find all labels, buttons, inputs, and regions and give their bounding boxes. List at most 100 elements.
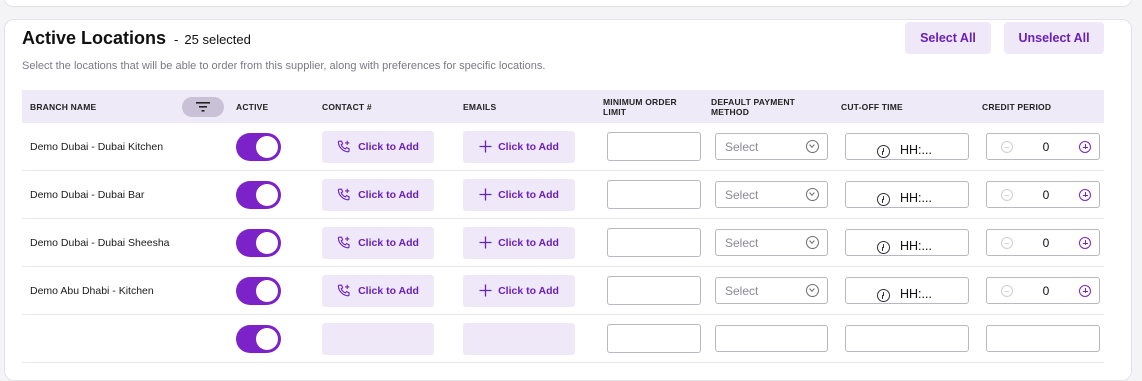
payment-method-select[interactable]: Select — [715, 133, 828, 160]
active-toggle[interactable] — [236, 324, 281, 353]
column-emails: EMAILS — [463, 101, 497, 112]
payment-method-select[interactable] — [715, 325, 828, 352]
emails-cell: Click to Add — [463, 267, 575, 314]
credit-period-stepper[interactable] — [986, 325, 1100, 352]
plus-icon — [479, 236, 492, 249]
active-toggle[interactable] — [236, 276, 281, 305]
active-toggle[interactable] — [236, 228, 281, 257]
add-email-button[interactable]: Click to Add — [463, 178, 575, 211]
table-header: BRANCH NAME ACTIVE CONTACT # EMAILS MINI… — [22, 90, 1104, 123]
contact-cell — [322, 315, 434, 362]
contact-cell: Click to Add — [322, 171, 434, 218]
active-cell — [236, 315, 281, 362]
credit-cell: 0 — [986, 219, 1100, 266]
minimum-order-input[interactable] — [607, 132, 701, 161]
emails-cell: Click to Add — [463, 171, 575, 218]
credit-cell — [986, 315, 1100, 362]
chevron-down-icon — [806, 284, 819, 297]
min-order-cell — [607, 315, 701, 362]
toggle-knob — [256, 183, 278, 206]
add-email-button[interactable]: Click to Add — [463, 274, 575, 307]
cutoff-time-placeholder: HH:... — [900, 143, 932, 157]
toggle-knob — [256, 327, 278, 350]
minimum-order-input[interactable] — [607, 324, 701, 353]
branch-name: Demo Abu Dhabi - Kitchen — [30, 284, 154, 297]
add-email-button[interactable] — [463, 322, 575, 355]
cutoff-time-input[interactable] — [845, 325, 969, 352]
branch-name-cell: Demo Dubai - Dubai Kitchen — [30, 123, 163, 170]
minus-circle-icon[interactable] — [1001, 188, 1013, 201]
column-active: ACTIVE — [236, 101, 269, 112]
payment-method-select[interactable]: Select — [715, 181, 828, 208]
contact-cell: Click to Add — [322, 267, 434, 314]
add-contact-button[interactable] — [322, 322, 434, 355]
active-toggle[interactable] — [236, 180, 281, 209]
cutoff-cell: HH:... — [845, 219, 969, 266]
minus-circle-icon[interactable] — [1001, 140, 1013, 153]
min-order-cell — [607, 219, 701, 266]
payment-method-select[interactable]: Select — [715, 229, 828, 256]
chevron-down-icon — [806, 188, 819, 201]
add-email-button[interactable]: Click to Add — [463, 130, 575, 163]
credit-period-stepper[interactable]: 0 — [986, 277, 1100, 304]
credit-cell: 0 — [986, 267, 1100, 314]
add-contact-button[interactable]: Click to Add — [322, 226, 434, 259]
phone-add-icon — [337, 236, 350, 248]
contact-cell: Click to Add — [322, 123, 434, 170]
cutoff-time-input[interactable]: HH:... — [845, 181, 969, 208]
clock-icon — [877, 193, 890, 206]
column-cut-off-time: CUT-OFF TIME — [841, 101, 903, 112]
column-credit-period: CREDIT PERIOD — [982, 101, 1052, 112]
plus-circle-icon[interactable] — [1079, 236, 1091, 249]
column-minimum-order-limit: MINIMUM ORDER LIMIT — [603, 96, 677, 117]
minimum-order-input[interactable] — [607, 180, 701, 209]
add-contact-button[interactable]: Click to Add — [322, 274, 434, 307]
toggle-knob — [256, 279, 278, 302]
cutoff-time-placeholder: HH:... — [900, 191, 932, 205]
emails-cell — [463, 315, 575, 362]
select-all-button[interactable]: Select All — [905, 22, 991, 54]
page-subtitle: Select the locations that will be able t… — [22, 60, 546, 72]
table-row: Demo Dubai - Dubai Sheesha Click to Add … — [22, 219, 1104, 267]
clock-icon — [877, 145, 890, 158]
plus-circle-icon[interactable] — [1079, 188, 1091, 201]
credit-period-value: 0 — [1042, 235, 1050, 250]
table-row — [22, 315, 1104, 363]
add-contact-button[interactable]: Click to Add — [322, 130, 434, 163]
phone-add-icon — [337, 188, 350, 200]
plus-circle-icon[interactable] — [1079, 284, 1091, 297]
chevron-down-icon — [806, 140, 819, 153]
active-cell — [236, 267, 281, 314]
credit-cell: 0 — [986, 171, 1100, 218]
plus-icon — [479, 140, 492, 153]
minimum-order-input[interactable] — [607, 276, 701, 305]
credit-period-stepper[interactable]: 0 — [986, 229, 1100, 256]
active-toggle[interactable] — [236, 132, 281, 161]
credit-period-stepper[interactable]: 0 — [986, 181, 1100, 208]
credit-period-value: 0 — [1042, 139, 1050, 154]
table-row: Demo Dubai - Dubai Bar Click to Add Clic… — [22, 171, 1104, 219]
cutoff-time-input[interactable]: HH:... — [845, 277, 969, 304]
filter-button[interactable] — [182, 97, 224, 117]
branch-name-cell: Demo Abu Dhabi - Kitchen — [30, 267, 154, 314]
unselect-all-button[interactable]: Unselect All — [1004, 22, 1104, 54]
minus-circle-icon[interactable] — [1001, 284, 1013, 297]
cutoff-time-input[interactable]: HH:... — [845, 133, 969, 160]
min-order-cell — [607, 123, 701, 170]
plus-circle-icon[interactable] — [1079, 140, 1091, 153]
column-contact: CONTACT # — [322, 101, 372, 112]
payment-cell — [715, 315, 828, 362]
add-contact-label: Click to Add — [358, 188, 419, 201]
table-row: Demo Abu Dhabi - Kitchen Click to Add Cl… — [22, 267, 1104, 315]
emails-cell: Click to Add — [463, 219, 575, 266]
add-email-button[interactable]: Click to Add — [463, 226, 575, 259]
payment-method-value: Select — [725, 187, 759, 202]
minimum-order-input[interactable] — [607, 228, 701, 257]
cutoff-time-input[interactable]: HH:... — [845, 229, 969, 256]
add-contact-button[interactable]: Click to Add — [322, 178, 434, 211]
minus-circle-icon[interactable] — [1001, 236, 1013, 249]
branch-name: Demo Dubai - Dubai Sheesha — [30, 236, 170, 249]
payment-cell: Select — [715, 219, 828, 266]
credit-period-stepper[interactable]: 0 — [986, 133, 1100, 160]
payment-method-select[interactable]: Select — [715, 277, 828, 304]
